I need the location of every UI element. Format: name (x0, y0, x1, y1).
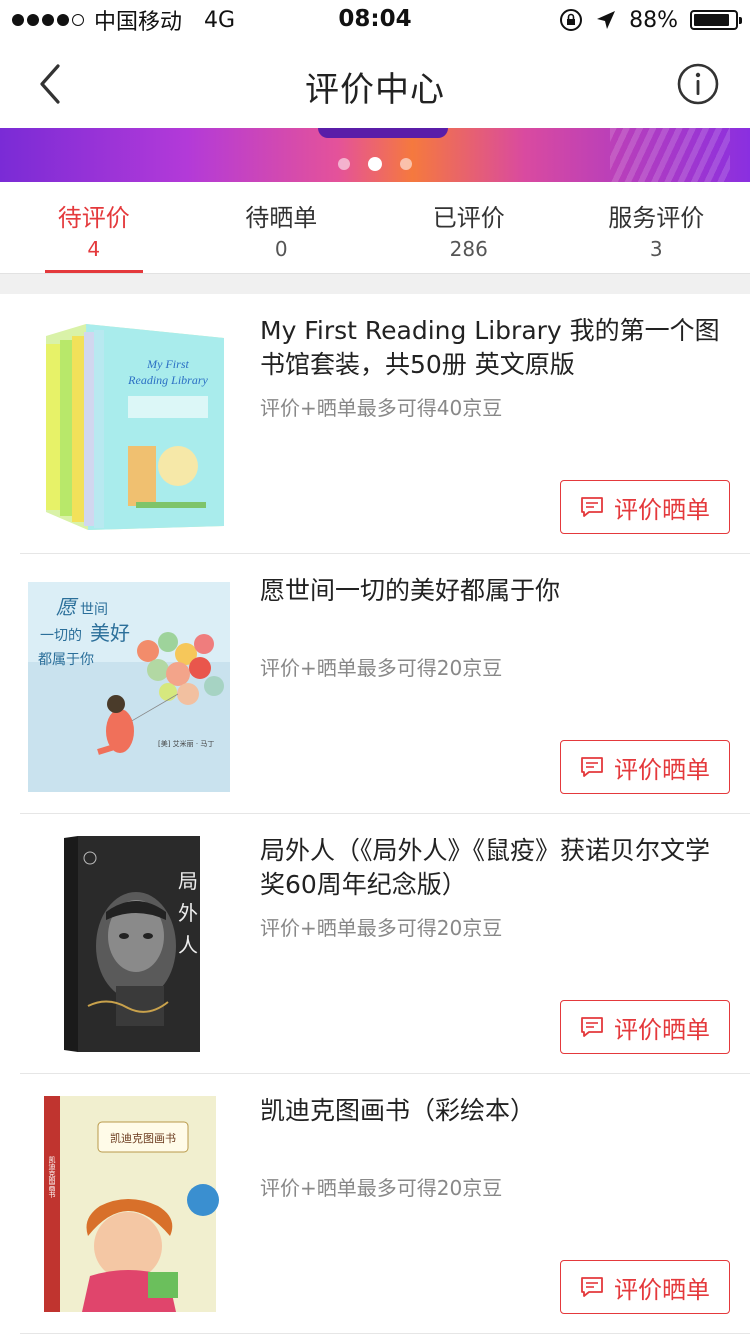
promo-banner[interactable] (0, 128, 750, 182)
svg-text:愿: 愿 (56, 597, 79, 619)
tab-pending-show[interactable]: 待晒单 0 (188, 182, 376, 273)
svg-text:外: 外 (178, 902, 198, 925)
orientation-lock-icon (560, 9, 583, 31)
reward-hint: 评价+晒单最多可得20京豆 (260, 916, 503, 940)
product-title[interactable]: My First Reading Library 我的第一个图书馆套装，共50册… (260, 314, 720, 382)
comment-icon (581, 1277, 603, 1297)
list-item[interactable]: 愿 世间 一切的 美好 都属于你 [美] 艾米丽 · 马丁 愿世间一切的美好都属… (0, 554, 750, 814)
product-cover-image[interactable]: My First Reading Library (28, 316, 232, 532)
tab-count: 4 (87, 237, 101, 261)
battery-percent: 88% (629, 7, 678, 33)
product-title[interactable]: 局外人（《局外人》《鼠疫》获诺贝尔文学奖60周年纪念版） (260, 834, 720, 902)
nav-bar: 评价中心 (0, 40, 750, 128)
comment-icon (581, 497, 603, 517)
list-item[interactable]: 凯迪克图画书 凯迪克图画书 凯迪克图画书（彩绘本） 评价+晒单最多可得20京豆 … (0, 1074, 750, 1334)
banner-decoration (610, 128, 730, 182)
review-share-button[interactable]: 评价晒单 (560, 740, 730, 794)
svg-text:[美] 艾米丽 · 马丁: [美] 艾米丽 · 马丁 (158, 739, 214, 748)
product-title[interactable]: 愿世间一切的美好都属于你 (260, 574, 720, 608)
info-icon[interactable] (676, 62, 720, 106)
reward-hint: 评价+晒单最多可得20京豆 (260, 656, 503, 680)
active-tab-indicator (45, 270, 143, 273)
comment-icon (581, 757, 603, 777)
tab-count: 286 (449, 237, 488, 261)
comment-icon (581, 1017, 603, 1037)
review-share-button[interactable]: 评价晒单 (560, 1260, 730, 1314)
svg-text:世间: 世间 (80, 602, 108, 618)
product-cover-image[interactable]: 愿 世间 一切的 美好 都属于你 [美] 艾米丽 · 马丁 (28, 576, 232, 792)
review-share-button[interactable]: 评价晒单 (560, 480, 730, 534)
tab-pending-review[interactable]: 待评价 4 (0, 182, 188, 273)
svg-text:凯迪克图画书: 凯迪克图画书 (48, 1155, 56, 1199)
product-title[interactable]: 凯迪克图画书（彩绘本） (260, 1094, 720, 1128)
svg-text:都属于你: 都属于你 (38, 652, 94, 668)
product-list: My First Reading Library My First Readin… (0, 294, 750, 1334)
review-share-label: 评价晒单 (614, 495, 710, 524)
banner-pagination (0, 157, 750, 171)
banner-pill (318, 128, 448, 138)
review-share-button[interactable]: 评价晒单 (560, 1000, 730, 1054)
tab-count: 3 (649, 237, 663, 261)
svg-text:凯迪克图画书: 凯迪克图画书 (110, 1132, 176, 1145)
status-bar: 中国移动 4G 08:04 88% (0, 0, 750, 40)
review-tabs: 待评价 4 待晒单 0 已评价 286 服务评价 3 (0, 182, 750, 274)
tab-service-review[interactable]: 服务评价 3 (563, 182, 750, 273)
svg-text:Reading Library: Reading Library (127, 373, 208, 387)
review-share-label: 评价晒单 (614, 755, 710, 784)
tab-count: 0 (274, 237, 288, 261)
tab-label: 待晒单 (245, 204, 318, 232)
tab-label: 待评价 (57, 204, 130, 232)
tab-reviewed[interactable]: 已评价 286 (375, 182, 563, 273)
tab-label: 已评价 (432, 204, 505, 232)
banner-dot[interactable] (338, 158, 350, 170)
tab-label: 服务评价 (608, 204, 705, 232)
product-cover-image[interactable]: 局 外 人 (28, 836, 232, 1052)
battery-icon (690, 10, 742, 30)
banner-dot[interactable] (400, 158, 412, 170)
svg-text:美好: 美好 (90, 622, 130, 645)
svg-text:人: 人 (178, 934, 198, 957)
reward-hint: 评价+晒单最多可得20京豆 (260, 1176, 503, 1200)
reward-hint: 评价+晒单最多可得40京豆 (260, 396, 503, 420)
product-cover-image[interactable]: 凯迪克图画书 凯迪克图画书 (28, 1096, 232, 1312)
status-right: 88% (559, 6, 742, 34)
review-share-label: 评价晒单 (614, 1275, 710, 1304)
list-item[interactable]: 局 外 人 局外人（《局外人》《鼠疫》获诺贝尔文学奖60周年纪念版） 评价+晒单… (0, 814, 750, 1074)
svg-text:局: 局 (178, 871, 198, 893)
list-item[interactable]: My First Reading Library My First Readin… (0, 294, 750, 554)
banner-dot-active[interactable] (368, 157, 382, 171)
svg-text:My First: My First (146, 357, 189, 371)
section-gap (0, 274, 750, 294)
location-arrow-icon (597, 11, 616, 29)
page-title: 评价中心 (305, 70, 445, 110)
review-share-label: 评价晒单 (614, 1015, 710, 1044)
svg-text:一切的: 一切的 (40, 628, 82, 644)
